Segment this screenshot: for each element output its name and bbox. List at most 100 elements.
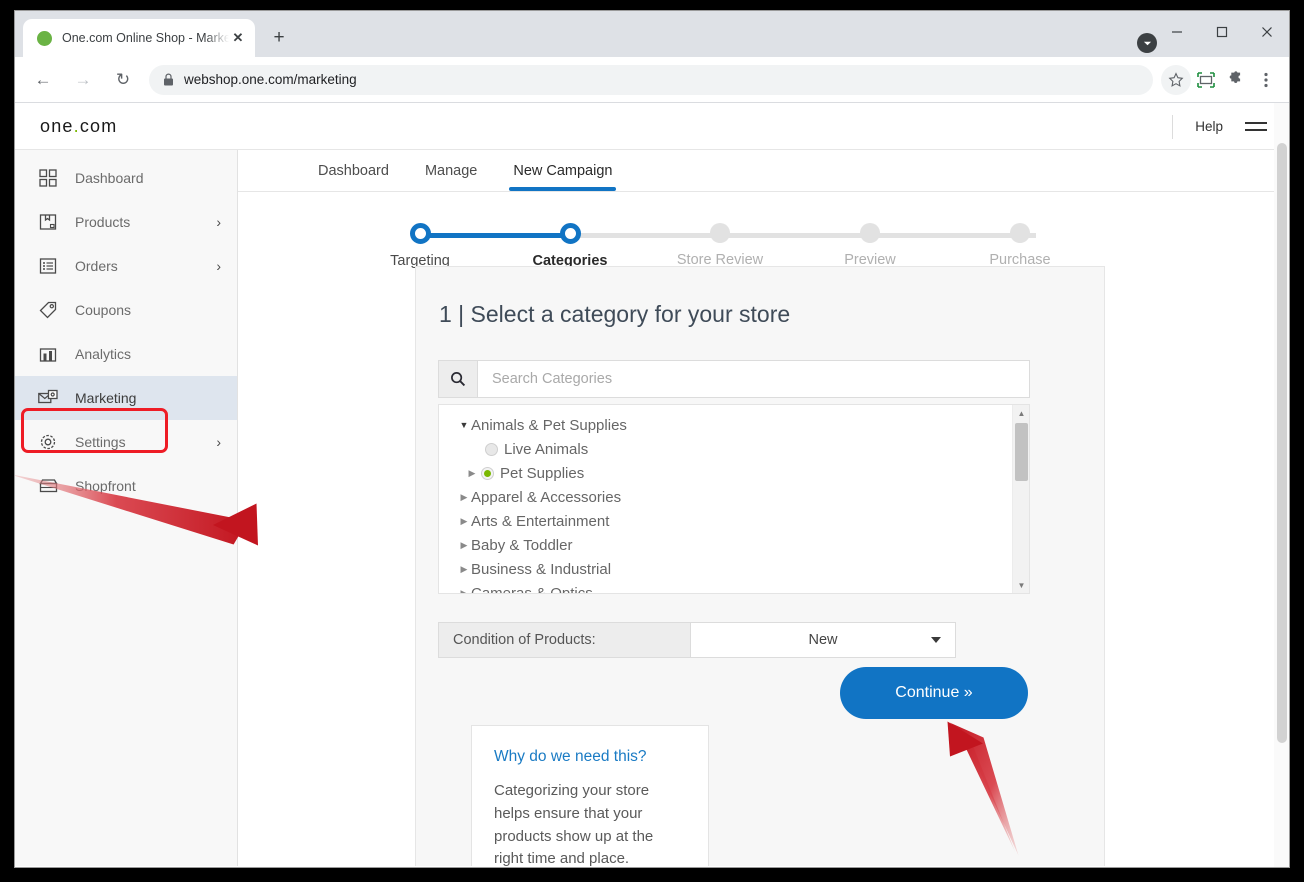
caret-right-icon[interactable]: ▶ (465, 468, 479, 479)
app-header: one.com Help (15, 103, 1289, 150)
sidebar-item-analytics[interactable]: Analytics (15, 332, 237, 376)
hamburger-menu-icon[interactable] (1245, 118, 1267, 135)
help-link[interactable]: Help (1195, 119, 1223, 134)
browser-tab[interactable]: One.com Online Shop - Marketin ✕ (23, 19, 255, 57)
reload-icon[interactable]: ↻ (107, 64, 139, 96)
extensions-puzzle-icon[interactable] (1221, 65, 1251, 95)
sidebar-label: Products (75, 214, 216, 230)
caret-right-icon[interactable]: ▶ (457, 564, 471, 575)
tree-scrollbar[interactable]: ▲ ▼ (1012, 405, 1029, 593)
sidebar-item-products[interactable]: Products › (15, 200, 237, 244)
app-shell: Dashboard Products › Orders › (15, 150, 1289, 866)
search-input[interactable] (478, 361, 1029, 397)
browser-tab-title: One.com Online Shop - Marketin (62, 31, 229, 45)
sidebar-label: Marketing (75, 390, 221, 406)
scroll-up-icon[interactable]: ▲ (1013, 405, 1030, 421)
sidebar-item-shopfront[interactable]: Shopfront (15, 464, 237, 508)
chevron-right-icon: › (216, 434, 221, 450)
tree-node-live-animals[interactable]: Live Animals (439, 437, 1012, 461)
tab-new-campaign[interactable]: New Campaign (495, 163, 630, 191)
step-targeting[interactable]: Targeting (360, 218, 480, 269)
grid-icon (37, 167, 59, 189)
minimize-button[interactable] (1154, 11, 1199, 53)
sidebar: Dashboard Products › Orders › (15, 150, 238, 866)
sidebar-item-coupons[interactable]: Coupons (15, 288, 237, 332)
continue-button[interactable]: Continue » (840, 667, 1028, 719)
sidebar-label: Dashboard (75, 170, 221, 186)
step-categories[interactable]: Categories (510, 218, 630, 269)
maximize-button[interactable] (1199, 11, 1244, 53)
logo-text-before: one (40, 116, 74, 136)
tree-node-business-industrial[interactable]: ▶ Business & Industrial (439, 557, 1012, 581)
caret-right-icon[interactable]: ▶ (457, 492, 471, 503)
tree-node-label: Pet Supplies (500, 465, 584, 482)
close-icon[interactable]: ✕ (229, 29, 247, 47)
radio-button[interactable] (485, 443, 498, 456)
tree-node-arts-entertainment[interactable]: ▶ Arts & Entertainment (439, 509, 1012, 533)
step-dot (1010, 223, 1030, 243)
sidebar-item-orders[interactable]: Orders › (15, 244, 237, 288)
why-title[interactable]: Why do we need this? (494, 748, 686, 766)
tab-manage[interactable]: Manage (407, 163, 495, 191)
tree-node-label: Live Animals (504, 441, 588, 458)
tab-dashboard[interactable]: Dashboard (300, 163, 407, 191)
bar-chart-icon (37, 343, 59, 365)
tree-node-baby-toddler[interactable]: ▶ Baby & Toddler (439, 533, 1012, 557)
tree-node-label: Animals & Pet Supplies (471, 417, 627, 434)
search-icon[interactable] (439, 361, 478, 397)
box-icon (37, 211, 59, 233)
sidebar-item-dashboard[interactable]: Dashboard (15, 156, 237, 200)
scrollbar-thumb[interactable] (1015, 423, 1028, 481)
category-tree: ▼ Animals & Pet Supplies Live Animals ▶ (438, 404, 1030, 594)
caret-right-icon[interactable]: ▶ (457, 540, 471, 551)
onecom-logo[interactable]: one.com (40, 116, 117, 137)
tree-node-apparel-accessories[interactable]: ▶ Apparel & Accessories (439, 485, 1012, 509)
tree-node-label: Apparel & Accessories (471, 489, 621, 506)
main-content: Dashboard Manage New Campaign Targeting (238, 150, 1289, 866)
new-tab-button[interactable]: + (265, 24, 293, 52)
step-purchase[interactable]: Purchase (960, 218, 1080, 268)
tree-node-pet-supplies[interactable]: ▶ Pet Supplies (439, 461, 1012, 485)
page-scrollbar[interactable] (1274, 103, 1289, 867)
page-viewport: one.com Help Dashboard (15, 103, 1289, 867)
step-store-review[interactable]: Store Review (660, 218, 780, 268)
list-icon (37, 255, 59, 277)
caret-right-icon[interactable]: ▶ (457, 516, 471, 527)
lock-icon (163, 73, 174, 86)
tree-node-label: Cameras & Optics (471, 585, 593, 594)
condition-value: New (808, 632, 837, 648)
address-bar[interactable]: webshop.one.com/marketing (149, 65, 1153, 95)
sidebar-item-marketing[interactable]: Marketing (15, 376, 237, 420)
bookmark-star-icon[interactable] (1161, 65, 1191, 95)
radio-button-selected[interactable] (481, 467, 494, 480)
caret-right-icon[interactable]: ▶ (457, 588, 471, 594)
condition-select[interactable]: New (690, 622, 956, 658)
sidebar-label: Orders (75, 258, 216, 274)
cast-screen-icon[interactable] (1191, 65, 1221, 95)
close-window-button[interactable] (1244, 11, 1289, 53)
caret-down-icon[interactable]: ▼ (457, 420, 471, 430)
tree-node-cameras-optics[interactable]: ▶ Cameras & Optics (439, 581, 1012, 593)
chevron-down-icon (931, 637, 941, 643)
window-controls (1154, 11, 1289, 53)
tree-node-animals-pet-supplies[interactable]: ▼ Animals & Pet Supplies (439, 413, 1012, 437)
category-selection-card: 1 | Select a category for your store ▼ A… (415, 266, 1105, 866)
tree-node-label: Baby & Toddler (471, 537, 572, 554)
sidebar-item-settings[interactable]: Settings › (15, 420, 237, 464)
chrome-menu-icon[interactable] (1251, 65, 1281, 95)
scroll-down-icon[interactable]: ▼ (1013, 577, 1030, 593)
page-tabs: Dashboard Manage New Campaign (238, 150, 1289, 192)
green-circle-favicon (37, 31, 52, 46)
back-icon[interactable]: ← (27, 64, 59, 96)
step-preview[interactable]: Preview (810, 218, 930, 268)
page-scrollbar-thumb[interactable] (1277, 143, 1287, 743)
condition-of-products-row: Condition of Products: New (438, 622, 956, 658)
step-dot (560, 223, 581, 244)
step-dot (710, 223, 730, 243)
sidebar-label: Analytics (75, 346, 221, 362)
megaphone-envelope-icon (37, 387, 59, 409)
tree-node-label: Arts & Entertainment (471, 513, 609, 530)
forward-icon[interactable]: → (67, 64, 99, 96)
sidebar-label: Shopfront (75, 478, 221, 494)
tree-node-label: Business & Industrial (471, 561, 611, 578)
